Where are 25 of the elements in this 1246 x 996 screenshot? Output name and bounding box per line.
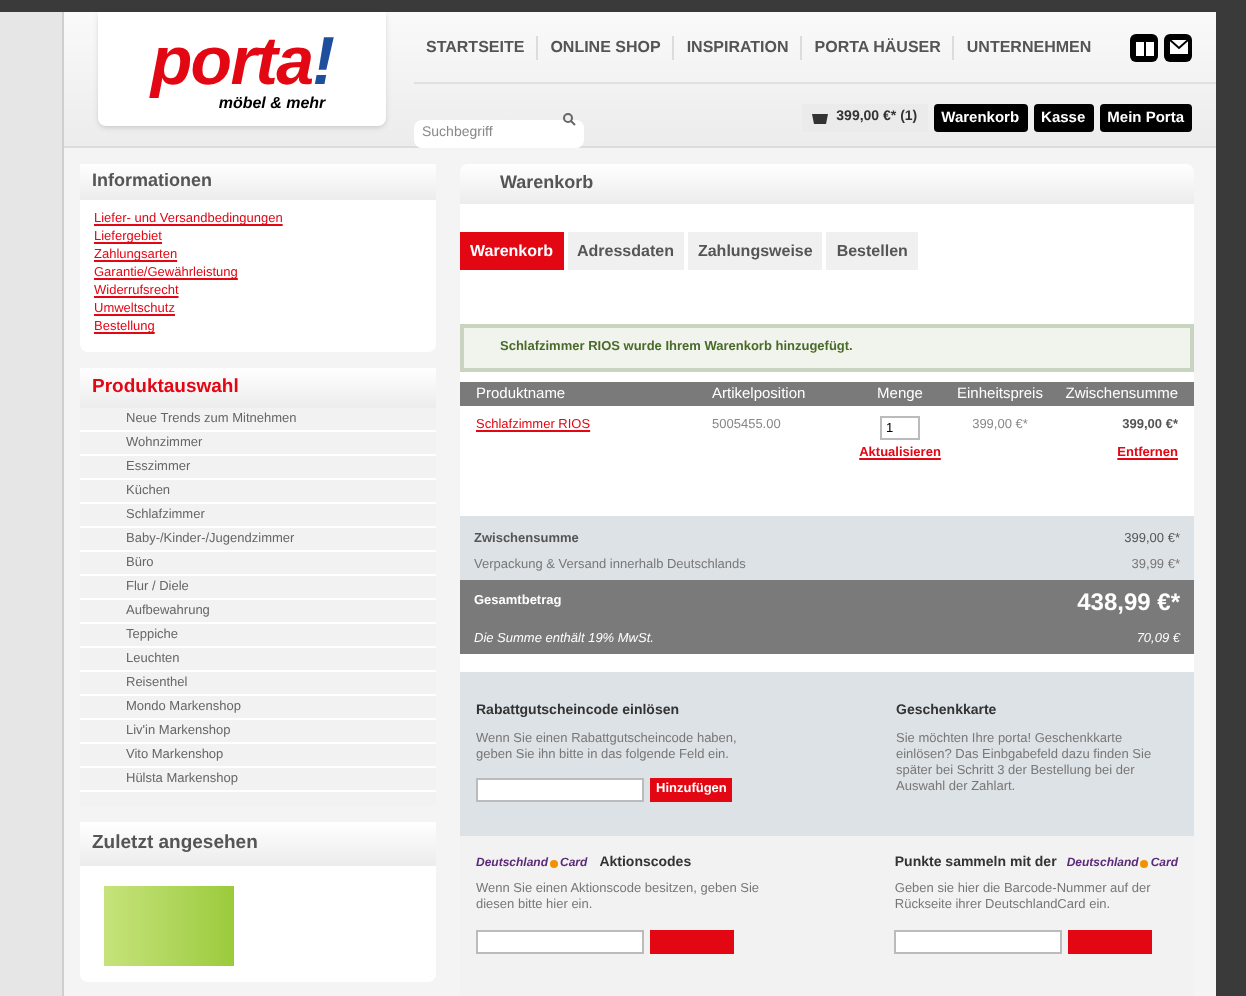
total-value: 438,99 €* xyxy=(1077,586,1180,620)
nav-link[interactable]: ONLINE SHOP xyxy=(536,35,673,59)
add-button[interactable] xyxy=(650,929,734,953)
info-panel-title: Informationen xyxy=(80,164,436,200)
book-icon[interactable] xyxy=(1130,33,1158,61)
nav-link[interactable]: INSPIRATION xyxy=(672,35,801,59)
step-tab[interactable]: Zahlungsweise xyxy=(687,232,823,270)
mail-icon[interactable] xyxy=(1164,33,1192,61)
step-tab[interactable]: Warenkorb xyxy=(460,232,563,270)
nav-link[interactable]: STARTSEITE xyxy=(414,35,537,59)
nav-link[interactable]: PORTA HÄUSER xyxy=(800,35,953,59)
recent-panel-title: Zuletzt angesehen xyxy=(80,822,436,866)
main-panel-title: Warenkorb xyxy=(460,164,1194,204)
step-tab[interactable]: Adressdaten xyxy=(567,232,684,270)
barcode-field[interactable] xyxy=(894,929,1063,953)
nav-link[interactable]: UNTERNEHMEN xyxy=(952,35,1104,59)
add-button[interactable] xyxy=(1068,929,1153,953)
product-panel-title: Produktauswahl xyxy=(80,368,436,408)
basket-icon xyxy=(812,112,829,124)
logo-wordmark: porta! xyxy=(150,27,334,95)
logo-tagline: möbel & mehr xyxy=(218,95,326,111)
step-tab[interactable]: Bestellen xyxy=(826,232,918,270)
coupon-field[interactable] xyxy=(476,777,644,801)
search-icon xyxy=(562,112,576,126)
action-code-field[interactable] xyxy=(476,929,644,953)
